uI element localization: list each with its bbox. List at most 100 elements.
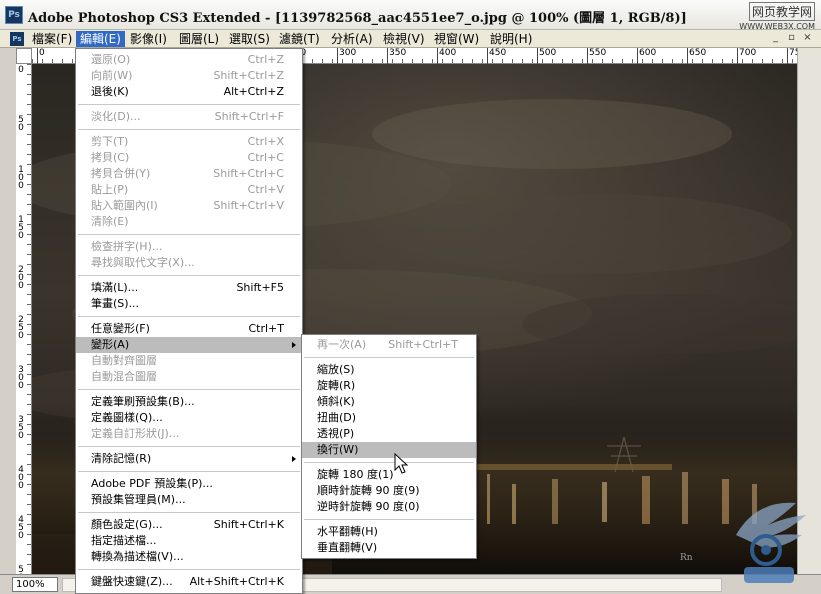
window-frame-left <box>0 48 16 594</box>
menu-view[interactable]: 檢視(V) <box>379 31 429 47</box>
edit_menu-item-9[interactable]: 貼上(P) Ctrl+V <box>76 182 302 198</box>
mouse-cursor-icon <box>394 453 409 474</box>
menu-separator <box>78 446 300 447</box>
edit_menu-item-21[interactable]: 自動對齊圖層 <box>76 353 302 369</box>
menu-file[interactable]: 檔案(F) <box>28 31 76 47</box>
ruler-label: 700 <box>739 48 757 58</box>
close-icon[interactable]: × <box>801 31 814 45</box>
photo-signature: Rn <box>680 553 693 563</box>
ruler-label: 150 <box>18 215 24 241</box>
ruler-major-tick <box>687 48 688 64</box>
menu-separator <box>304 462 474 463</box>
edit_menu-item-35[interactable]: 轉換為描述檔(V)... <box>76 549 302 565</box>
transform_submenu-item-3[interactable]: 旋轉(R) <box>302 378 476 394</box>
edit_menu-item-28[interactable]: 清除記憶(R) <box>76 451 302 467</box>
menu-item-label: 退後(K) <box>91 85 129 98</box>
ruler-origin[interactable] <box>16 48 32 64</box>
submenu-arrow-icon <box>292 456 296 462</box>
edit_menu-item-14[interactable]: 尋找與取代文字(X)... <box>76 255 302 271</box>
ruler-label: 600 <box>639 48 657 58</box>
menu-analysis[interactable]: 分析(A) <box>327 31 377 47</box>
edit_menu-item-17[interactable]: 筆畫(S)... <box>76 296 302 312</box>
menu-item-shortcut: Alt+Ctrl+Z <box>223 85 284 98</box>
transform_submenu-item-9[interactable]: 旋轉 180 度(1) <box>302 467 476 483</box>
ruler-major-tick <box>787 48 788 64</box>
transform_submenu-item-6[interactable]: 透視(P) <box>302 426 476 442</box>
transform_submenu-item-4[interactable]: 傾斜(K) <box>302 394 476 410</box>
edit_menu-item-2[interactable]: 退後(K) Alt+Ctrl+Z <box>76 84 302 100</box>
ruler-label: 350 <box>389 48 407 58</box>
transform_submenu-item-13[interactable]: 水平翻轉(H) <box>302 524 476 540</box>
edit_menu-item-26[interactable]: 定義自訂形狀(J)... <box>76 426 302 442</box>
menu-item-label: 垂直翻轉(V) <box>317 541 378 554</box>
menu-item-label: 自動混合圖層 <box>91 370 157 383</box>
menu-item-label: 還原(O) <box>91 53 131 66</box>
menu-item-label: 順時針旋轉 90 度(9) <box>317 484 420 497</box>
ruler-label: 650 <box>689 48 707 58</box>
menu-window[interactable]: 視窗(W) <box>430 31 483 47</box>
menu-item-shortcut: Shift+Ctrl+C <box>213 167 284 180</box>
transform_submenu-item-7[interactable]: 換行(W) <box>302 442 476 458</box>
menu-layer[interactable]: 圖層(L) <box>175 31 223 47</box>
menu-item-label: 淡化(D)... <box>91 110 141 123</box>
document-icon[interactable]: Ps <box>10 32 24 46</box>
vertical-ruler[interactable]: 050100150200250300350400450500 <box>16 64 32 591</box>
transform_submenu-item-0[interactable]: 再一次(A) Shift+Ctrl+T <box>302 337 476 353</box>
edit_menu-item-20[interactable]: 變形(A) <box>76 337 302 353</box>
ruler-major-tick <box>337 48 338 64</box>
edit_menu-item-37[interactable]: 鍵盤快速鍵(Z)... Alt+Shift+Ctrl+K <box>76 574 302 590</box>
menu-item-label: 檢查拼字(H)... <box>91 240 163 253</box>
edit_menu-item-25[interactable]: 定義圖樣(Q)... <box>76 410 302 426</box>
ruler-major-tick <box>487 48 488 64</box>
menu-item-label: 貼入範圍內(I) <box>91 199 158 212</box>
menu-item-label: 清除(E) <box>91 215 129 228</box>
edit_menu-item-6[interactable]: 剪下(T) Ctrl+X <box>76 134 302 150</box>
menu-item-label: 剪下(T) <box>91 135 129 148</box>
edit_menu-item-4[interactable]: 淡化(D)... Shift+Ctrl+F <box>76 109 302 125</box>
edit_menu-item-11[interactable]: 清除(E) <box>76 214 302 230</box>
menu-item-label: 筆畫(S)... <box>91 297 140 310</box>
ruler-major-tick <box>637 48 638 64</box>
transform_submenu-item-11[interactable]: 逆時針旋轉 90 度(0) <box>302 499 476 515</box>
edit_menu-item-7[interactable]: 拷貝(C) Ctrl+C <box>76 150 302 166</box>
menu-item-label: 拷貝合併(Y) <box>91 167 151 180</box>
submenu-arrow-icon <box>292 342 296 348</box>
menu-edit[interactable]: 編輯(E) <box>76 31 125 47</box>
ruler-label: 400 <box>439 48 457 58</box>
edit_menu-item-10[interactable]: 貼入範圍內(I) Shift+Ctrl+V <box>76 198 302 214</box>
restore-icon[interactable]: ▫ <box>785 31 798 45</box>
edit_menu-item-22[interactable]: 自動混合圖層 <box>76 369 302 385</box>
menu-select[interactable]: 選取(S) <box>225 31 274 47</box>
ruler-major-tick <box>387 48 388 64</box>
transform_submenu-item-2[interactable]: 縮放(S) <box>302 362 476 378</box>
transform_submenu-item-5[interactable]: 扭曲(D) <box>302 410 476 426</box>
menu-item-label: 逆時針旋轉 90 度(0) <box>317 500 420 513</box>
menu-separator <box>78 129 300 130</box>
edit_menu-item-30[interactable]: Adobe PDF 預設集(P)... <box>76 476 302 492</box>
menu-image[interactable]: 影像(I) <box>126 31 171 47</box>
edit_menu-item-34[interactable]: 指定描述檔... <box>76 533 302 549</box>
transform_submenu-item-10[interactable]: 順時針旋轉 90 度(9) <box>302 483 476 499</box>
menu-item-shortcut: Ctrl+T <box>248 322 284 335</box>
minimize-icon[interactable]: _ <box>769 31 782 45</box>
edit_menu-item-1[interactable]: 向前(W) Shift+Ctrl+Z <box>76 68 302 84</box>
edit_menu-item-0[interactable]: 還原(O) Ctrl+Z <box>76 52 302 68</box>
menu-item-shortcut: Ctrl+Z <box>247 53 284 66</box>
transform_submenu-item-14[interactable]: 垂直翻轉(V) <box>302 540 476 556</box>
edit_menu-item-24[interactable]: 定義筆刷預設集(B)... <box>76 394 302 410</box>
edit_menu-item-33[interactable]: 顏色設定(G)... Shift+Ctrl+K <box>76 517 302 533</box>
edit_menu-item-19[interactable]: 任意變形(F) Ctrl+T <box>76 321 302 337</box>
edit_menu-item-16[interactable]: 填滿(L)... Shift+F5 <box>76 280 302 296</box>
edit_menu-item-13[interactable]: 檢查拼字(H)... <box>76 239 302 255</box>
edit_menu-item-31[interactable]: 預設集管理員(M)... <box>76 492 302 508</box>
menu-item-label: 任意變形(F) <box>91 322 150 335</box>
menu-item-shortcut: Shift+Ctrl+T <box>388 338 458 351</box>
menu-filter[interactable]: 濾鏡(T) <box>275 31 324 47</box>
title-bar: Ps Adobe Photoshop CS3 Extended - [11397… <box>0 0 821 31</box>
menu-help[interactable]: 說明(H) <box>486 31 536 47</box>
menu-item-label: 扭曲(D) <box>317 411 357 424</box>
menu-item-shortcut: Shift+Ctrl+V <box>213 199 284 212</box>
edit_menu-item-8[interactable]: 拷貝合併(Y) Shift+Ctrl+C <box>76 166 302 182</box>
zoom-level-field[interactable]: 100% <box>12 577 58 592</box>
ruler-label: 250 <box>18 315 24 341</box>
